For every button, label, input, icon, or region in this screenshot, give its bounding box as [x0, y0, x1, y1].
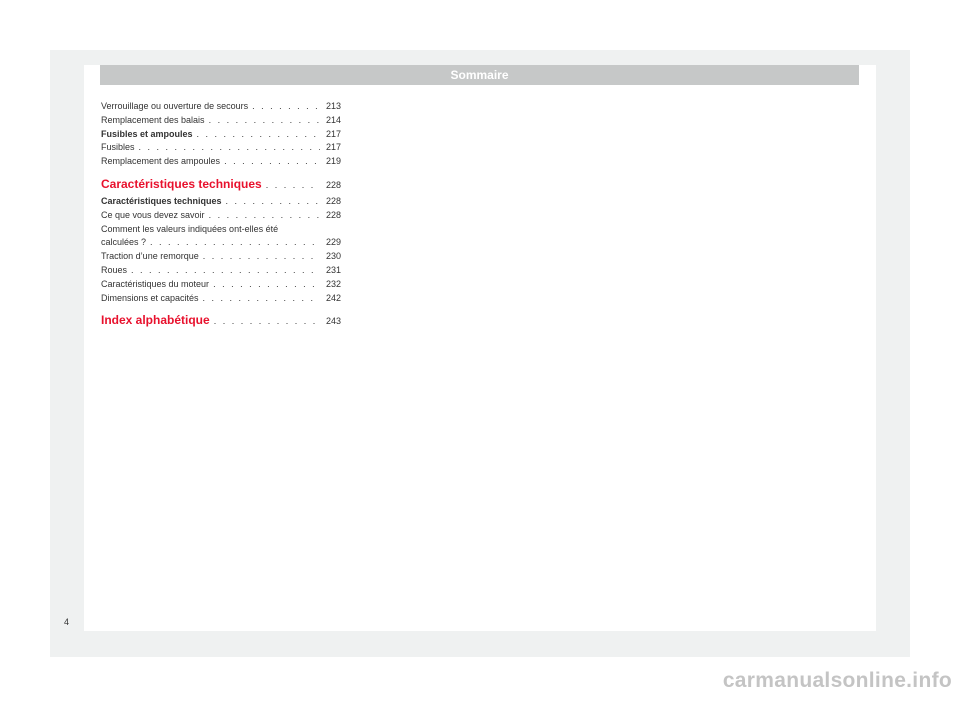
toc-leader-dots	[252, 100, 320, 114]
toc-entry-page: 217	[325, 142, 341, 153]
toc-leader-dots	[266, 174, 320, 196]
watermark: carmanualsonline.info	[722, 669, 952, 692]
toc-entry-label: Remplacement des balais	[101, 114, 205, 125]
toc-entry-page: 232	[325, 278, 341, 289]
toc-chapter-entry[interactable]: Index alphabétique 243	[101, 309, 341, 331]
toc-entry-page: 214	[325, 114, 341, 125]
toc-section-entry[interactable]: Fusibles et ampoules 217	[101, 128, 341, 142]
section-title: Sommaire	[450, 68, 509, 82]
toc-entry-label: Roues	[101, 264, 128, 275]
toc-entry-label: Traction d’une remorque	[101, 251, 199, 262]
toc-leader-dots	[224, 155, 320, 169]
toc-entry-label-continued: calculées ?	[101, 237, 147, 248]
toc-chapter-label: Caractéristiques techniques	[101, 176, 262, 191]
toc-entry-page: 228	[325, 179, 341, 190]
toc-entry-label: Fusibles et ampoules	[101, 128, 193, 139]
toc-leader-dots	[209, 114, 320, 128]
toc-entry-label: Verrouillage ou ouverture de secours	[101, 101, 249, 111]
toc-entry-label: Dimensions et capacités	[101, 292, 199, 303]
toc-leader-dots	[150, 236, 320, 250]
toc-leader-dots	[213, 278, 320, 292]
toc-leader-dots	[209, 209, 320, 223]
toc-leader-dots	[214, 310, 320, 332]
toc-leader-dots	[131, 264, 320, 278]
toc-leader-dots	[139, 141, 320, 155]
toc-entry-label: Remplacement des ampoules	[101, 156, 221, 167]
toc-entry-page: 213	[325, 101, 341, 111]
toc-entry-page: 219	[325, 156, 341, 167]
toc-entry[interactable]: Ce que vous devez savoir 228	[101, 209, 341, 223]
toc-leader-dots	[203, 292, 320, 306]
toc-entry-label: Caractéristiques techniques	[101, 195, 222, 206]
toc-entry[interactable]: Roues 231	[101, 264, 341, 278]
toc-entry[interactable]: Traction d’une remorque 230	[101, 250, 341, 264]
page-number: 4	[64, 617, 70, 627]
toc-entry-label: Caractéristiques du moteur	[101, 278, 210, 289]
toc-entry[interactable]: Fusibles 217	[101, 141, 341, 155]
toc-chapter-entry[interactable]: Caractéristiques techniques 228	[101, 173, 341, 195]
toc-leader-dots	[197, 128, 320, 142]
toc-entry[interactable]: Remplacement des ampoules 219	[101, 155, 341, 169]
toc-entry[interactable]: Remplacement des balais 214	[101, 114, 341, 128]
section-header: Sommaire	[100, 65, 859, 85]
toc-section-entry[interactable]: Caractéristiques techniques 228	[101, 195, 341, 209]
toc-chapter-label: Index alphabétique	[101, 313, 210, 328]
toc-entry-page: 217	[325, 128, 341, 139]
toc-entry-page: 242	[325, 292, 341, 303]
toc-entry-page: 228	[325, 195, 341, 206]
toc-leader-dots	[226, 195, 320, 209]
toc-entry-label: Comment les valeurs indiquées ont-elles …	[101, 223, 279, 234]
toc-entry-page: 228	[325, 209, 341, 220]
table-of-contents: Verrouillage ou ouverture de secours 213…	[101, 100, 341, 331]
toc-entry-page: 243	[325, 316, 341, 327]
toc-entry[interactable]: Comment les valeurs indiquées ont-elles …	[101, 223, 341, 251]
toc-entry-label: Fusibles	[101, 142, 135, 153]
toc-leader-dots	[203, 250, 320, 264]
toc-entry-page: 230	[325, 251, 341, 262]
toc-entry[interactable]: Caractéristiques du moteur 232	[101, 278, 341, 292]
toc-entry[interactable]: Verrouillage ou ouverture de secours 213	[101, 100, 341, 114]
toc-entry[interactable]: Dimensions et capacités 242	[101, 292, 341, 306]
toc-entry-page: 231	[325, 264, 341, 275]
toc-entry-page: 229	[325, 237, 341, 248]
toc-entry-label: Ce que vous devez savoir	[101, 209, 205, 220]
